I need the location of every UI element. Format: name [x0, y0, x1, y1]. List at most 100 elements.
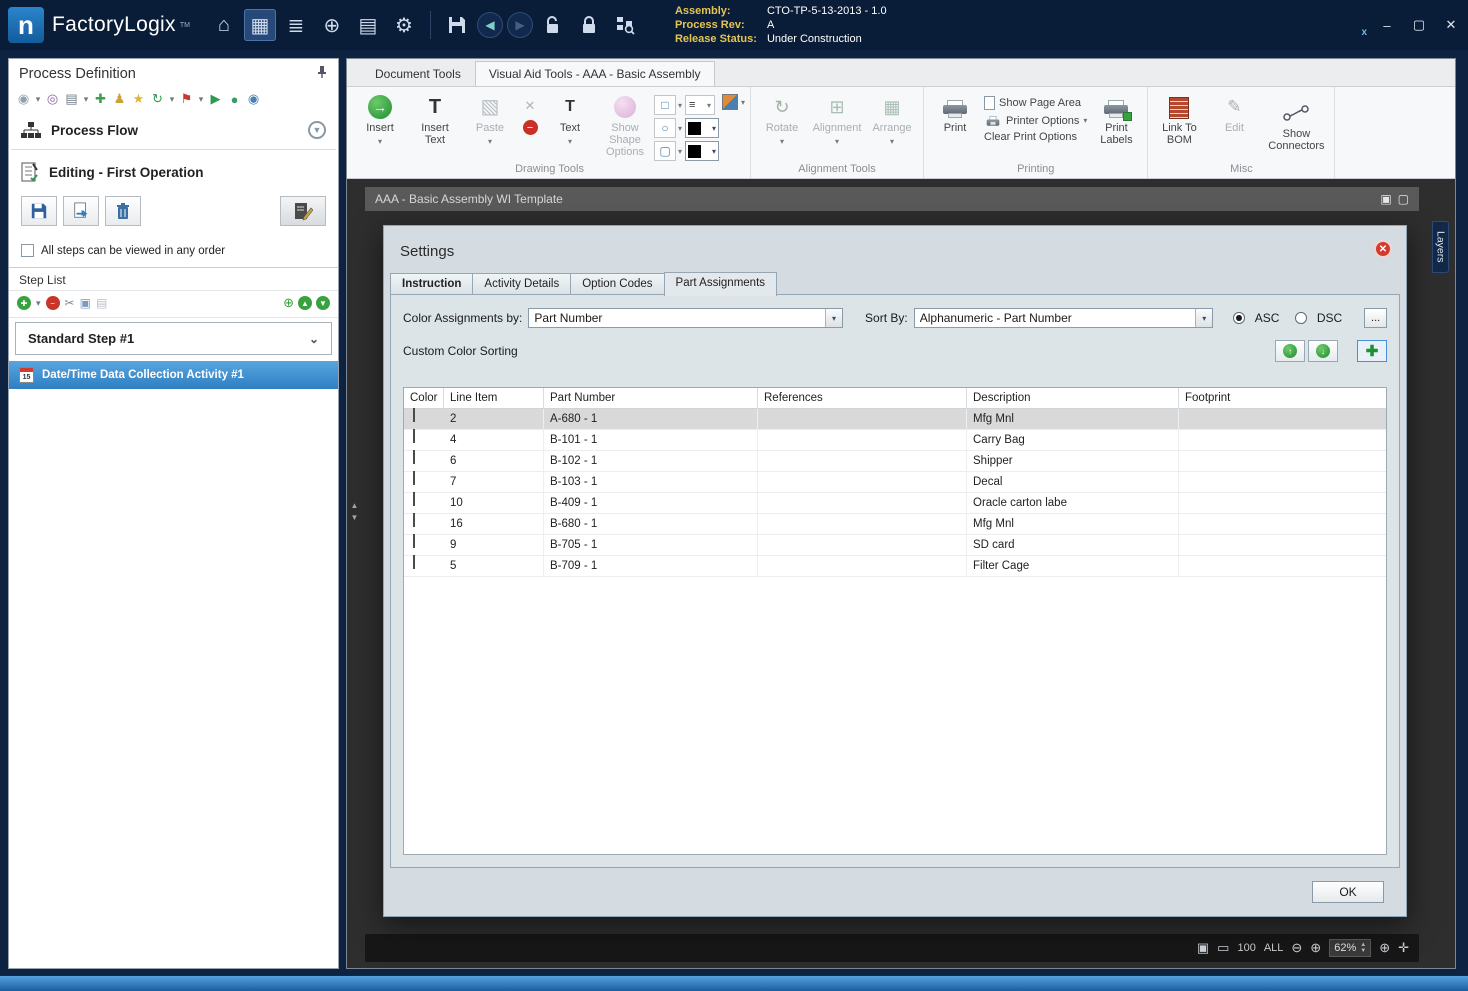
back-icon[interactable]: ◀ — [476, 12, 503, 38]
order-checkbox-row[interactable]: All steps can be viewed in any order — [9, 236, 338, 267]
color-assignments-select[interactable]: Part Number ▾ — [528, 308, 844, 328]
pan-icon[interactable]: ✛ — [1398, 940, 1409, 956]
fit-page-icon[interactable]: ▣ — [1197, 940, 1209, 956]
insert-button[interactable]: → Insert ▾ — [354, 90, 406, 162]
show-page-area-button[interactable]: Show Page Area — [984, 96, 1087, 110]
maximize-button[interactable]: ▢ — [1410, 17, 1428, 33]
layers-tab[interactable]: Layers — [1432, 221, 1449, 273]
ok-button[interactable]: OK — [1312, 881, 1384, 903]
tab-part-assignments[interactable]: Part Assignments — [663, 272, 778, 296]
collapse-icon[interactable]: ▼ — [308, 121, 326, 139]
dialog-close-button[interactable]: ✕ — [1374, 240, 1392, 258]
zoom-all-button[interactable]: ALL — [1264, 942, 1284, 954]
tab-document-tools[interactable]: Document Tools — [361, 61, 475, 86]
info-icon[interactable]: ◉ — [245, 91, 262, 107]
copy-icon[interactable]: ▣ — [80, 296, 91, 310]
table-row[interactable]: 6 B-102 - 1 Shipper — [404, 450, 1386, 472]
cut-icon[interactable]: ✂ — [65, 296, 75, 310]
show-connectors-button[interactable]: Show Connectors — [1263, 90, 1329, 162]
zoom-100-button[interactable]: 100 — [1237, 942, 1255, 954]
zoom-selection-icon[interactable]: ⊕ — [1379, 940, 1390, 956]
col-description[interactable]: Description — [967, 388, 1179, 408]
dropdown-arrow-icon[interactable]: ▾ — [34, 94, 42, 105]
minimize-button[interactable]: – — [1378, 18, 1396, 33]
fill-color-select[interactable]: ▾ — [685, 141, 720, 161]
ellipse-shape-button[interactable]: ○ — [654, 118, 676, 138]
more-options-button[interactable]: ... — [1364, 308, 1388, 328]
process-flow-row[interactable]: Process Flow ▼ — [9, 113, 338, 149]
dropdown-arrow-icon[interactable]: ▾ — [678, 147, 682, 156]
tab-activity-details[interactable]: Activity Details — [472, 273, 572, 295]
line-color-select[interactable]: ▾ — [685, 118, 720, 138]
delete-button[interactable] — [105, 196, 141, 226]
spin-down-icon[interactable]: ▼ — [1360, 948, 1366, 954]
sync-icon[interactable]: ↻ — [149, 91, 166, 107]
clear-print-options-button[interactable]: Clear Print Options — [984, 131, 1087, 143]
zoom-level-spinner[interactable]: 62% ▲ ▼ — [1329, 939, 1372, 957]
canvas-scrollbar[interactable]: ▲ ▼ — [349, 501, 360, 535]
dropdown-arrow-icon[interactable]: ▾ — [678, 124, 682, 133]
table-row[interactable]: 9 B-705 - 1 SD card — [404, 534, 1386, 556]
import-button[interactable] — [63, 196, 99, 226]
line-width-select[interactable]: ≡ ▾ — [685, 95, 716, 115]
dropdown-arrow-icon[interactable]: ▾ — [678, 101, 682, 110]
dropdown-arrow-icon[interactable]: ▾ — [168, 94, 176, 105]
user-star-icon[interactable]: ★ — [130, 91, 147, 107]
col-part-number[interactable]: Part Number — [544, 388, 758, 408]
print-button[interactable]: Print — [929, 90, 981, 162]
chevron-down-icon[interactable]: ⌄ — [309, 332, 319, 346]
page-view-icon[interactable]: ▣ — [1380, 192, 1391, 206]
lock-icon[interactable] — [573, 9, 605, 41]
tab-visual-aid-tools[interactable]: Visual Aid Tools - AAA - Basic Assembly — [474, 61, 715, 86]
col-line-item[interactable]: Line Item — [444, 388, 544, 408]
sphere-icon[interactable]: ◉ — [15, 91, 32, 107]
table-row[interactable]: 2 A-680 - 1 Mfg Mnl — [404, 408, 1386, 430]
save-icon[interactable] — [441, 9, 473, 41]
col-footprint[interactable]: Footprint — [1179, 388, 1386, 408]
edit-step-button[interactable] — [280, 196, 326, 226]
flag-icon[interactable]: ⚑ — [178, 91, 195, 107]
tools-icon[interactable]: ✚ — [92, 91, 109, 107]
zoom-in-icon[interactable]: ⊕ — [1310, 940, 1321, 956]
scroll-up-icon[interactable]: ▲ — [351, 501, 359, 510]
table-row[interactable]: 16 B-680 - 1 Mfg Mnl — [404, 513, 1386, 535]
text-menu-button[interactable]: T Text ▾ — [544, 90, 596, 162]
move-down-icon[interactable]: ▼ — [316, 296, 330, 310]
table-row[interactable]: 4 B-101 - 1 Carry Bag — [404, 429, 1386, 451]
rounded-shape-button[interactable]: ▢ — [654, 141, 676, 161]
sort-by-select[interactable]: Alphanumeric - Part Number ▾ — [913, 308, 1214, 328]
settings-gear-icon[interactable]: ⚙ — [388, 9, 420, 41]
navigate-icon[interactable]: ⊕ — [316, 9, 348, 41]
dropdown-arrow-icon[interactable]: ▾ — [197, 94, 205, 105]
table-row[interactable]: 10 B-409 - 1 Oracle carton labe — [404, 492, 1386, 514]
tab-instruction[interactable]: Instruction — [390, 273, 474, 295]
move-row-up-button[interactable]: ↑ — [1275, 340, 1305, 362]
dropdown-arrow-icon[interactable]: ▾ — [82, 94, 90, 105]
process-definition-icon[interactable]: ▦ — [243, 9, 276, 41]
user-icon[interactable]: ♟ — [111, 91, 128, 107]
printer-options-button[interactable]: Printer Options ▾ — [984, 114, 1087, 127]
zoom-out-icon[interactable]: ⊖ — [1291, 940, 1302, 956]
asc-radio[interactable] — [1233, 312, 1245, 324]
printer-icon[interactable]: ▤ — [63, 91, 80, 107]
tab-option-codes[interactable]: Option Codes — [570, 273, 665, 295]
home-icon[interactable]: ⌂ — [208, 9, 240, 41]
start-icon[interactable]: ▶ — [207, 91, 224, 107]
pin-icon[interactable] — [316, 65, 328, 83]
dropdown-arrow-icon[interactable]: ▾ — [36, 298, 41, 309]
fit-width-icon[interactable]: ▭ — [1217, 940, 1229, 956]
dsc-radio[interactable] — [1295, 312, 1307, 324]
zoom-step-icon[interactable]: ⊕ — [283, 295, 294, 311]
remove-step-icon[interactable]: − — [45, 296, 60, 310]
attachment-icon[interactable]: ◎ — [44, 91, 61, 107]
insert-text-button[interactable]: T Insert Text — [409, 90, 461, 162]
page-layout-icon[interactable]: ▢ — [1398, 192, 1409, 206]
move-up-icon[interactable]: ▲ — [298, 296, 312, 310]
scroll-down-icon[interactable]: ▼ — [351, 513, 359, 522]
3d-cube-icon[interactable] — [722, 94, 739, 110]
dropdown-arrow-icon[interactable]: ▾ — [741, 98, 745, 107]
link-to-bom-button[interactable]: Link To BOM — [1153, 90, 1205, 162]
unlock-icon[interactable] — [537, 9, 569, 41]
activity-item-selected[interactable]: 15 Date/Time Data Collection Activity #1 — [9, 361, 338, 389]
block-icon[interactable]: − — [522, 120, 538, 135]
